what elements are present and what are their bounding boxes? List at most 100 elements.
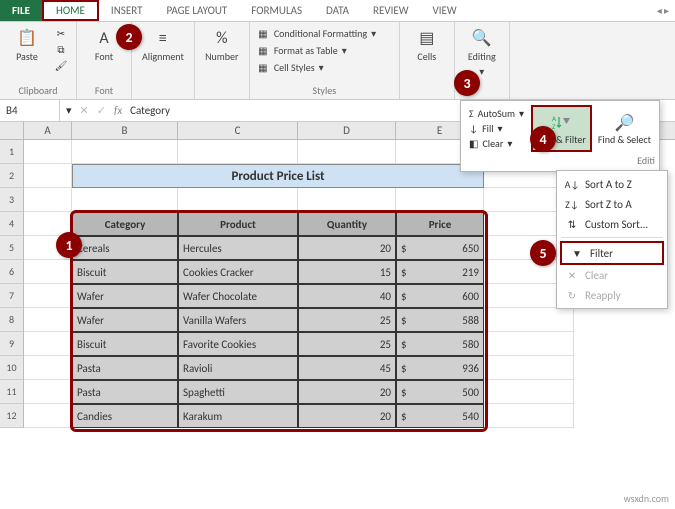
number-button[interactable]: % Number [201,26,243,65]
number-icon: % [212,28,232,48]
row-11[interactable]: 11 [0,380,24,404]
table-row[interactable]: BiscuitFavorite Cookies25$580 [24,332,574,356]
eraser-icon: ◧ [469,137,478,150]
sort-filter-menu: A↓Sort A to Z Z↓Sort Z to A ⇅Custom Sort… [556,170,668,309]
sort-za-icon: Z↓ [565,197,579,211]
tab-insert[interactable]: INSERT [99,0,155,21]
row-1[interactable]: 1 [0,140,24,164]
hdr-category[interactable]: Category [72,212,178,236]
ribbon-tabs: FILE HOME INSERT PAGE LAYOUT FORMULAS DA… [0,0,675,22]
chevron-down-icon: ▾ [479,65,484,78]
title-cell[interactable]: Product Price List [72,164,484,188]
col-B[interactable]: B [72,122,178,139]
font-icon: A [94,28,114,48]
callout-4: 4 [530,126,556,152]
clear-button[interactable]: ◧Clear ▾ [469,137,527,150]
enter-icon[interactable]: ✓ [97,104,106,117]
filter-icon: ▼ [570,246,584,260]
group-styles: ▦Conditional Formatting ▾ ▦Format as Tab… [250,22,400,99]
row-8[interactable]: 8 [0,308,24,332]
col-C[interactable]: C [178,122,298,139]
sort-z-a[interactable]: Z↓Sort Z to A [557,194,667,214]
row-2[interactable]: 2 [0,164,24,188]
format-as-table-button[interactable]: ▦Format as Table ▾ [256,43,393,58]
tab-view[interactable]: VIEW [421,0,469,21]
sigma-icon: Σ [469,107,474,120]
table-row[interactable]: PastaRavioli45$936 [24,356,574,380]
paste-icon: 📋 [17,28,37,48]
col-D[interactable]: D [298,122,396,139]
row-9[interactable]: 9 [0,332,24,356]
autosum-button[interactable]: ΣAutoSum ▾ [469,107,527,120]
fill-icon: ↓ [469,122,478,135]
clear-filter: ✕Clear [557,265,667,285]
row-4[interactable]: 4 [0,212,24,236]
condfmt-icon: ▦ [256,28,270,40]
paste-button[interactable]: 📋 Paste [6,26,48,65]
tab-file[interactable]: FILE [0,0,42,21]
tab-data[interactable]: DATA [314,0,361,21]
font-label: Font [95,50,113,63]
group-clipboard: 📋 Paste ✂ ⧉ 🖌 Clipboard [0,22,77,99]
select-all-corner[interactable] [0,122,24,139]
row-12[interactable]: 12 [0,404,24,428]
hdr-price[interactable]: Price [396,212,484,236]
alignment-label: Alignment [142,50,184,63]
table-row[interactable]: CerealsHercules20$650 [24,236,574,260]
formatpainter-button[interactable]: 🖌 [52,58,70,72]
callout-2: 2 [116,24,142,50]
styles-group-label: Styles [256,82,393,97]
callout-5: 5 [530,240,556,266]
table-row[interactable]: CandiesKarakum20$540 [24,404,574,428]
alignment-button[interactable]: ≡ Alignment [138,26,188,65]
cancel-icon[interactable]: ✕ [80,104,89,117]
table-row[interactable]: WaferVanilla Wafers25$588 [24,308,574,332]
row-5[interactable]: 5 [0,236,24,260]
fill-button[interactable]: ↓Fill ▾ [469,122,527,135]
cut-button[interactable]: ✂ [52,26,70,40]
tab-home[interactable]: HOME [42,0,99,21]
editing-label: Editing [468,50,496,63]
hdr-product[interactable]: Product [178,212,298,236]
number-label: Number [205,50,238,63]
font-group-label: Font [83,82,125,97]
tab-overflow[interactable]: ◂ ▸ [651,0,675,21]
hdr-quantity[interactable]: Quantity [298,212,396,236]
namebox-dropdown[interactable]: ▾ [66,104,72,117]
clear-filter-icon: ✕ [565,268,579,282]
col-A[interactable]: A [24,122,72,139]
filter-item[interactable]: ▼Filter [560,241,664,265]
name-box[interactable]: B4 [0,100,60,121]
row-10[interactable]: 10 [0,356,24,380]
tab-review[interactable]: REVIEW [361,0,421,21]
find-select-button[interactable]: 🔎 Find & Select [594,105,655,152]
sort-a-z[interactable]: A↓Sort A to Z [557,174,667,194]
tab-pagelayout[interactable]: PAGE LAYOUT [154,0,239,21]
custom-sort[interactable]: ⇅Custom Sort... [557,214,667,234]
cells-label: Cells [417,50,436,63]
fx-icon[interactable]: fx [114,104,122,117]
tab-formulas[interactable]: FORMULAS [239,0,314,21]
binoculars-icon: 🔍 [472,28,492,48]
table-row[interactable]: WaferWafer Chocolate40$600 [24,284,574,308]
editing-dropdown: ΣAutoSum ▾ ↓Fill ▾ ◧Clear ▾ AZ Sort & Fi… [460,100,660,172]
row-3[interactable]: 3 [0,188,24,212]
row-6[interactable]: 6 [0,260,24,284]
conditional-formatting-button[interactable]: ▦Conditional Formatting ▾ [256,26,393,41]
reapply-icon: ↻ [565,288,579,302]
copy-button[interactable]: ⧉ [52,42,70,56]
cells-icon: ▤ [417,28,437,48]
callout-1: 1 [56,232,82,258]
editing-footer-label: Editi [465,152,655,167]
row-headers: 1 2 3 4 5 6 7 8 9 10 11 12 [0,140,24,428]
sort-az-icon: A↓ [565,177,579,191]
row-7[interactable]: 7 [0,284,24,308]
cells-button[interactable]: ▤ Cells [406,26,448,65]
cell-styles-button[interactable]: ▦Cell Styles ▾ [256,60,393,75]
table-row[interactable]: PastaSpaghetti20$500 [24,380,574,404]
ribbon: 📋 Paste ✂ ⧉ 🖌 Clipboard A Font Font ≡ Al… [0,22,675,100]
cell-grid[interactable]: Product Price List Category Product Quan… [24,140,574,428]
table-row[interactable]: BiscuitCookies Cracker15$219 [24,260,574,284]
clipboard-group-label: Clipboard [6,82,70,97]
formula-input[interactable]: Category [130,104,170,117]
